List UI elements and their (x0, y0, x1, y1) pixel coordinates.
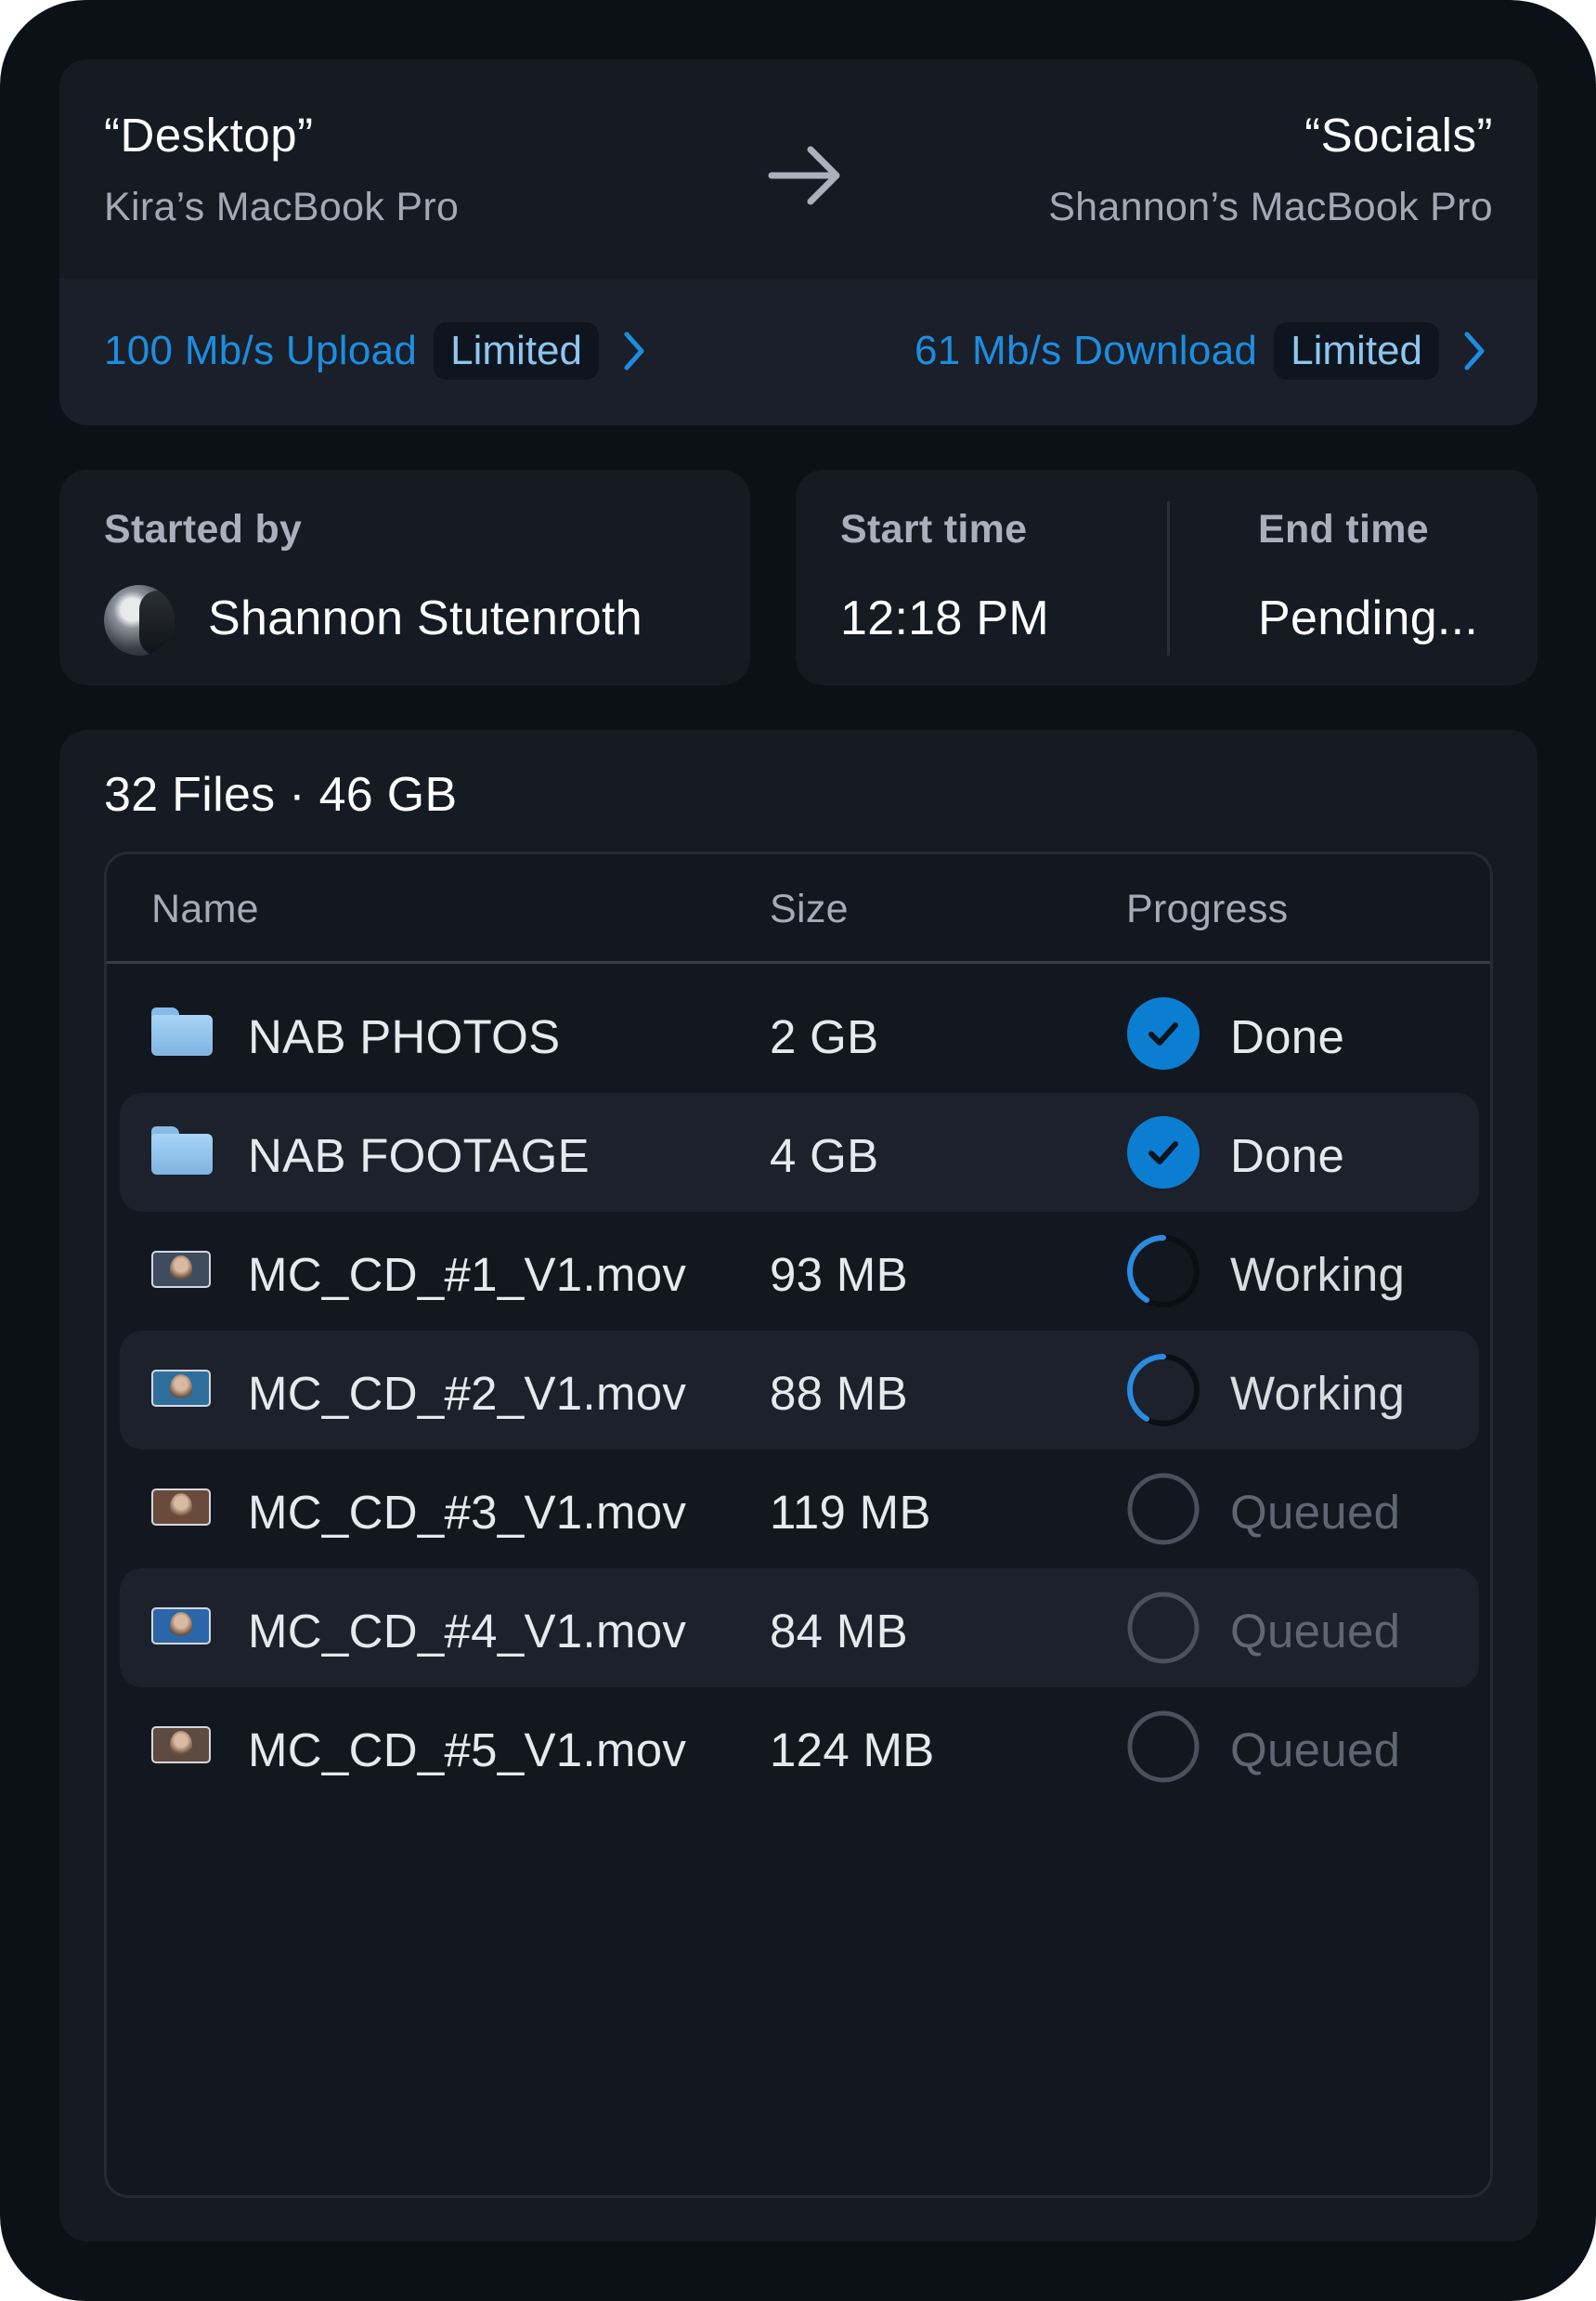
chevron-right-icon (624, 332, 644, 370)
video-thumbnail-icon (151, 1607, 211, 1644)
empty-circle-icon (1127, 1592, 1200, 1664)
file-status: Done (1230, 1010, 1345, 1063)
download-limited-badge: Limited (1274, 322, 1439, 380)
column-size[interactable]: Size (770, 887, 849, 932)
arrow-right-icon (768, 146, 840, 205)
table-row[interactable]: MC_CD_#1_V1.mov 93 MB Working (120, 1212, 1479, 1331)
destination-folder-title: “Socials” (1304, 109, 1493, 162)
spinner-icon (1126, 1235, 1200, 1307)
empty-circle-icon (1127, 1710, 1200, 1783)
start-time-value: 12:18 PM (840, 592, 1049, 645)
file-status: Queued (1230, 1723, 1401, 1776)
file-name: NAB PHOTOS (248, 1010, 561, 1063)
file-name: MC_CD_#4_V1.mov (248, 1605, 687, 1658)
empty-circle-icon (1127, 1473, 1200, 1545)
file-status: Done (1230, 1129, 1345, 1182)
video-thumbnail-icon (151, 1370, 211, 1407)
table-row[interactable]: MC_CD_#4_V1.mov 84 MB Queued (120, 1568, 1479, 1687)
end-time-label: End time (1258, 507, 1429, 552)
table-row[interactable]: MC_CD_#3_V1.mov 119 MB Queued (120, 1450, 1479, 1568)
files-table: Name Size Progress NAB PHOTOS 2 GB Done NAB… (104, 852, 1493, 2198)
upload-limited-badge: Limited (434, 322, 599, 380)
file-status: Working (1230, 1248, 1406, 1301)
upload-speed-link[interactable]: 100 Mb/s Upload Limited (104, 321, 653, 381)
file-name: MC_CD_#5_V1.mov (248, 1723, 687, 1776)
file-icon (151, 1602, 211, 1644)
source-folder-title: “Desktop” (104, 109, 314, 162)
spinner-icon (1126, 1354, 1200, 1426)
folder-icon (151, 1126, 213, 1175)
file-size: 4 GB (770, 1129, 879, 1182)
table-header: Name Size Progress (107, 854, 1490, 964)
video-thumbnail-icon (151, 1488, 211, 1526)
file-icon (151, 1008, 213, 1056)
video-thumbnail-icon (151, 1726, 211, 1763)
started-by-name: Shannon Stutenroth (208, 592, 642, 645)
table-row[interactable]: NAB PHOTOS 2 GB Done (120, 974, 1479, 1093)
file-icon (151, 1483, 211, 1526)
end-time-value: Pending... (1258, 592, 1479, 645)
check-circle-icon (1127, 997, 1200, 1070)
time-divider (1167, 501, 1170, 656)
download-speed-link[interactable]: 61 Mb/s Download Limited (915, 321, 1493, 381)
transfer-detail-panel: “Desktop” Kira’s MacBook Pro “Socials” S… (0, 0, 1596, 2301)
file-status: Queued (1230, 1605, 1401, 1658)
started-by-card: Started by Shannon Stutenroth (59, 470, 750, 685)
file-size: 93 MB (770, 1248, 908, 1301)
file-size: 124 MB (770, 1723, 935, 1776)
destination-device: Shannon’s MacBook Pro (1048, 185, 1493, 229)
download-speed: 61 Mb/s Download (914, 328, 1258, 373)
chevron-right-icon (1464, 332, 1485, 370)
transfer-route-card: “Desktop” Kira’s MacBook Pro “Socials” S… (59, 59, 1538, 425)
file-size: 2 GB (770, 1010, 879, 1063)
file-name: MC_CD_#2_V1.mov (248, 1367, 687, 1420)
video-thumbnail-icon (151, 1251, 211, 1288)
column-progress[interactable]: Progress (1126, 887, 1288, 932)
upload-speed: 100 Mb/s Upload (104, 328, 418, 373)
files-summary: 32 Files · 46 GB (104, 768, 458, 822)
table-row[interactable]: MC_CD_#5_V1.mov 124 MB Queued (120, 1687, 1479, 1806)
file-name: NAB FOOTAGE (248, 1129, 590, 1182)
file-icon (151, 1245, 211, 1288)
file-icon (151, 1364, 211, 1407)
file-status: Queued (1230, 1486, 1401, 1539)
file-size: 84 MB (770, 1605, 908, 1658)
table-row[interactable]: NAB FOOTAGE 4 GB Done (120, 1093, 1479, 1212)
files-card: 32 Files · 46 GB Name Size Progress NAB … (59, 730, 1538, 2242)
file-size: 119 MB (770, 1486, 931, 1539)
start-time-label: Start time (840, 507, 1028, 552)
table-row[interactable]: MC_CD_#2_V1.mov 88 MB Working (120, 1331, 1479, 1450)
file-size: 88 MB (770, 1367, 908, 1420)
column-name[interactable]: Name (151, 887, 259, 932)
started-by-label: Started by (104, 507, 303, 552)
avatar (104, 585, 175, 656)
file-icon (151, 1126, 213, 1175)
time-card: Start time 12:18 PM End time Pending... (796, 470, 1538, 685)
file-name: MC_CD_#3_V1.mov (248, 1486, 687, 1539)
file-icon (151, 1721, 211, 1763)
source-device: Kira’s MacBook Pro (104, 185, 460, 229)
folder-icon (151, 1008, 213, 1056)
check-circle-icon (1127, 1116, 1200, 1189)
file-status: Working (1230, 1367, 1406, 1420)
file-name: MC_CD_#1_V1.mov (248, 1248, 687, 1301)
